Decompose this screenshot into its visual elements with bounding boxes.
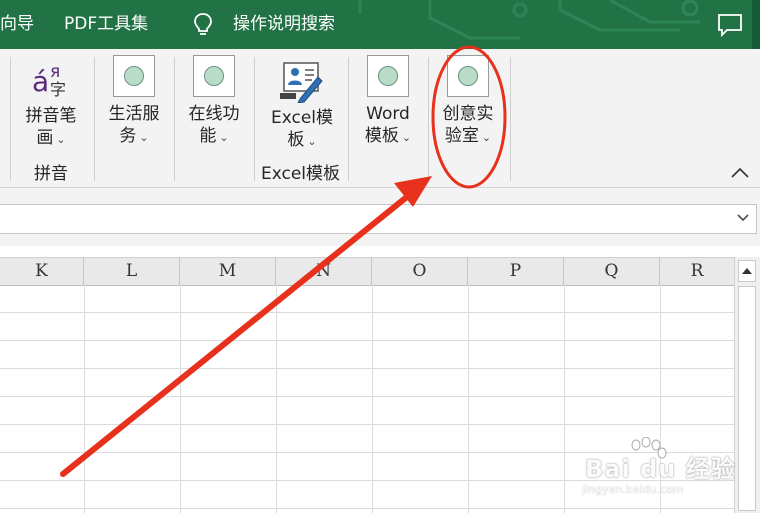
online-func-label-2: 能 [199, 126, 217, 146]
svg-text:я: я [50, 62, 60, 82]
placeholder-icon [447, 55, 489, 97]
chevron-down-icon[interactable] [736, 213, 750, 223]
collapse-ribbon-icon[interactable] [730, 165, 750, 179]
svg-text:字: 字 [50, 80, 66, 99]
online-func-label-1: 在线功 [188, 104, 240, 124]
word-template-label-2: 模板 [364, 126, 399, 146]
ribbon-separator [94, 57, 95, 181]
pinyin-icon: á я 字 [32, 62, 66, 99]
group-label-excel-template: Excel模板 [261, 164, 341, 184]
column-header[interactable]: P [468, 258, 564, 285]
online-function-button[interactable]: 在线功 能 ⌄ [180, 55, 248, 149]
life-service-label-1: 生活服 [108, 104, 160, 124]
scroll-thumb[interactable] [738, 286, 756, 511]
formula-input[interactable] [0, 204, 757, 234]
word-template-button[interactable]: Word 模板 ⌄ [354, 55, 422, 149]
ribbon-separator [254, 57, 255, 181]
chevron-down-icon: ⌄ [139, 131, 149, 144]
window-edge [752, 0, 760, 49]
triangle-up-icon [742, 268, 752, 274]
column-headers: K L M N O P Q R [0, 257, 734, 286]
ribbon-separator [348, 57, 349, 181]
formula-bar-area [0, 188, 760, 246]
placeholder-icon [367, 55, 409, 97]
group-label-pinyin: 拼音 [34, 164, 68, 184]
title-bar: 向导 PDF工具集 操作说明搜索 [0, 0, 760, 49]
search-label[interactable]: 操作说明搜索 [233, 13, 335, 35]
lightbulb-icon[interactable] [192, 12, 214, 38]
life-service-label-2: 务 [119, 126, 137, 146]
placeholder-icon [193, 55, 235, 97]
excel-template-label-2: 板 [287, 130, 305, 150]
template-card-icon [280, 62, 323, 103]
menu-item-partial[interactable]: 向导 [0, 13, 34, 35]
column-header[interactable]: K [0, 258, 84, 285]
comment-icon[interactable] [717, 13, 743, 37]
column-header[interactable]: L [84, 258, 180, 285]
column-header[interactable]: M [180, 258, 276, 285]
chevron-down-icon: ⌄ [401, 131, 412, 144]
watermark-brand: Bai du 经验 [585, 455, 736, 483]
menu-pdf-tools[interactable]: PDF工具集 [64, 13, 148, 35]
watermark-site: jingyan.baidu.com [582, 483, 684, 496]
word-template-label-1: Word [366, 104, 410, 124]
life-service-button[interactable]: 生活服 务 ⌄ [100, 55, 168, 149]
svg-text:á: á [32, 65, 49, 98]
chevron-down-icon: ⌄ [56, 133, 66, 146]
creative-lab-button[interactable]: 创意实 验室 ⌄ [434, 55, 502, 149]
ribbon-separator [174, 57, 175, 181]
excel-template-label-1: Excel模 [270, 108, 334, 128]
ribbon-separator [510, 57, 511, 181]
column-header[interactable]: Q [564, 258, 660, 285]
ribbon-separator [10, 57, 11, 181]
placeholder-icon [113, 55, 155, 97]
ribbon: á я 字 拼音笔 画 ⌄ 拼音 生活服 务 ⌄ 在线功 能 ⌄ Excel模 板 ⌄ … [0, 49, 760, 188]
chevron-down-icon: ⌄ [481, 131, 492, 144]
chevron-down-icon: ⌄ [307, 135, 317, 148]
column-header[interactable]: N [276, 258, 372, 285]
excel-template-button[interactable]: Excel模 板 ⌄ [262, 59, 342, 153]
pinyin-label-1: 拼音笔 [25, 106, 77, 126]
pinyin-label-2: 画 [36, 128, 54, 148]
creative-lab-label-2: 验室 [444, 126, 479, 146]
creative-lab-label-1: 创意实 [442, 104, 494, 124]
ribbon-separator [428, 57, 429, 181]
pinyin-guide-button[interactable]: á я 字 拼音笔 画 ⌄ [18, 59, 84, 151]
chevron-down-icon: ⌄ [219, 131, 229, 144]
column-header[interactable]: R [660, 258, 734, 285]
scroll-up-button[interactable] [738, 260, 756, 282]
column-header[interactable]: O [372, 258, 468, 285]
vertical-scrollbar[interactable] [734, 257, 760, 513]
